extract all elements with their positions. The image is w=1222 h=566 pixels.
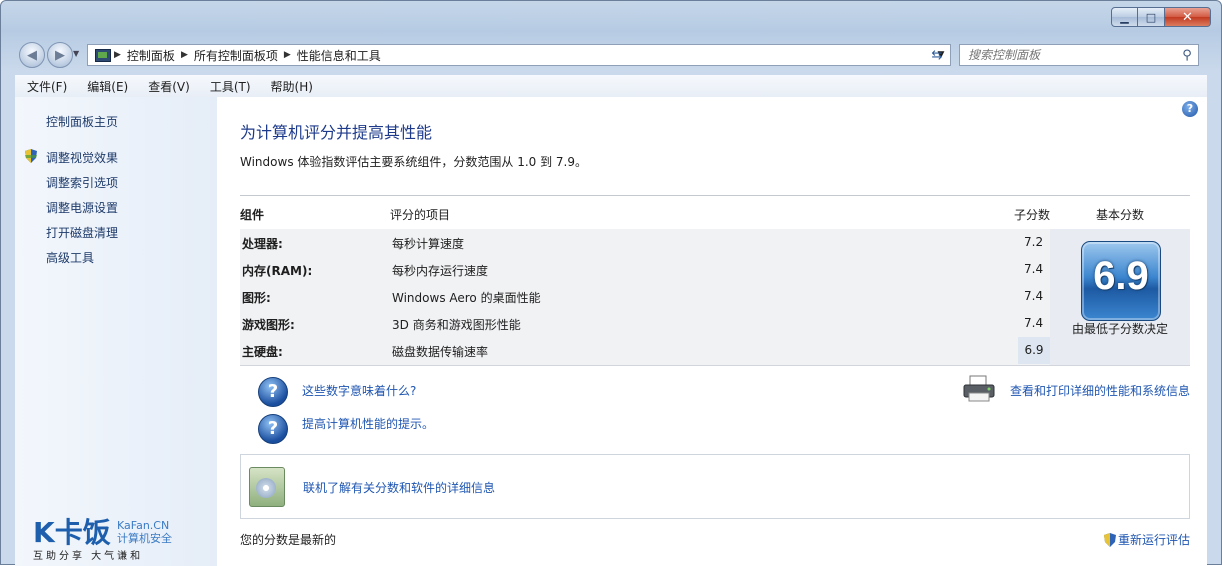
row-item: 每秒内存运行速度 bbox=[392, 264, 489, 278]
learn-more-link[interactable]: 联机了解有关分数和软件的详细信息 bbox=[303, 479, 495, 496]
close-button[interactable]: ✕ bbox=[1165, 7, 1211, 27]
performance-tips-link[interactable]: 提高计算机性能的提示。 bbox=[302, 415, 434, 432]
breadcrumb-separator-icon[interactable]: ▶ bbox=[181, 50, 188, 60]
kafan-slogan: 互助分享 大气谦和 bbox=[33, 551, 144, 562]
maximize-button[interactable]: □ bbox=[1138, 7, 1165, 27]
recent-pages-dropdown[interactable]: ▼ bbox=[73, 49, 79, 58]
print-details-link[interactable]: 查看和打印详细的性能和系统信息 bbox=[1010, 382, 1190, 399]
sidebar: 控制面板主页 调整视觉效果 调整索引选项 调整电源设置 打开磁盘清理 高级工具 … bbox=[15, 97, 217, 566]
page-description: Windows 体验指数评估主要系统组件，分数范围从 1.0 到 7.9。 bbox=[240, 155, 587, 169]
table-row: 内存(RAM): 每秒内存运行速度 7.4 bbox=[240, 256, 1050, 283]
row-item: Windows Aero 的桌面性能 bbox=[392, 291, 541, 305]
row-subscore: 7.4 bbox=[1024, 262, 1044, 276]
row-item: 每秒计算速度 bbox=[392, 237, 465, 251]
base-score-value: 6.9 bbox=[1093, 254, 1149, 298]
kafan-site-label: KaFan.CN 计算机安全 bbox=[117, 519, 172, 545]
menu-bar: 文件(F) 编辑(E) 查看(V) 工具(T) 帮助(H) bbox=[15, 75, 1207, 98]
table-row: 游戏图形: 3D 商务和游戏图形性能 7.4 bbox=[240, 310, 1050, 337]
row-subscore: 7.4 bbox=[1024, 316, 1044, 330]
main-content: ? 为计算机评分并提高其性能 Windows 体验指数评估主要系统组件，分数范围… bbox=[240, 97, 1198, 566]
base-score-badge: 6.9 bbox=[1081, 241, 1161, 321]
client-area: 控制面板主页 调整视觉效果 调整索引选项 调整电源设置 打开磁盘清理 高级工具 … bbox=[15, 97, 1207, 566]
online-info-panel: 联机了解有关分数和软件的详细信息 bbox=[240, 454, 1190, 519]
kafan-watermark: K卡饭 KaFan.CN 计算机安全 互助分享 大气谦和 bbox=[33, 517, 213, 563]
header-component: 组件 bbox=[240, 208, 265, 222]
row-subscore-lowest: 6.9 bbox=[1018, 337, 1050, 364]
window-controls: ▁ □ ✕ bbox=[1111, 7, 1211, 27]
rerun-label: 重新运行评估 bbox=[1117, 533, 1190, 547]
uac-shield-icon bbox=[25, 149, 37, 163]
breadcrumb-all-items[interactable]: 所有控制面板项 bbox=[188, 47, 284, 64]
sidebar-item-indexing[interactable]: 调整索引选项 bbox=[46, 174, 118, 191]
menu-help[interactable]: 帮助(H) bbox=[259, 78, 321, 95]
menu-file[interactable]: 文件(F) bbox=[15, 78, 75, 95]
search-box: ⚲ bbox=[959, 44, 1199, 66]
search-icon[interactable]: ⚲ bbox=[1176, 48, 1198, 63]
sidebar-home-link[interactable]: 控制面板主页 bbox=[46, 113, 118, 130]
uac-shield-icon bbox=[1103, 532, 1116, 547]
table-row: 主硬盘: 磁盘数据传输速率 6.9 bbox=[240, 337, 1050, 364]
refresh-button[interactable]: ⇆ bbox=[927, 45, 947, 65]
row-component: 图形: bbox=[242, 291, 271, 305]
table-header: 组件 评分的项目 子分数 基本分数 bbox=[240, 195, 1190, 230]
what-numbers-mean-link[interactable]: 这些数字意味着什么? bbox=[302, 382, 416, 399]
sidebar-item-advanced-tools[interactable]: 高级工具 bbox=[46, 249, 94, 266]
sidebar-item-visual-effects[interactable]: 调整视觉效果 bbox=[46, 149, 118, 166]
header-subscore: 子分数 bbox=[1014, 208, 1051, 222]
control-panel-icon bbox=[95, 48, 111, 62]
base-score-caption: 由最低子分数决定 bbox=[1071, 322, 1168, 336]
row-component: 内存(RAM): bbox=[242, 264, 313, 278]
address-bar[interactable]: ▶ 控制面板 ▶ 所有控制面板项 ▶ 性能信息和工具 ▼ bbox=[87, 44, 951, 66]
printer-icon bbox=[963, 375, 995, 402]
row-subscore: 7.2 bbox=[1024, 235, 1044, 249]
search-input[interactable] bbox=[960, 47, 1176, 63]
page-title: 为计算机评分并提高其性能 bbox=[240, 123, 433, 142]
breadcrumb-performance[interactable]: 性能信息和工具 bbox=[291, 47, 387, 64]
window-frame: ▁ □ ✕ ◀ ▶ ▼ ▶ 控制面板 ▶ 所有控制面板项 ▶ 性能信息和工具 ▼… bbox=[0, 0, 1222, 566]
breadcrumb: ▶ 控制面板 ▶ 所有控制面板项 ▶ 性能信息和工具 bbox=[88, 47, 932, 64]
menu-edit[interactable]: 编辑(E) bbox=[75, 78, 136, 95]
row-component: 处理器: bbox=[242, 237, 283, 251]
kafan-tagline: 计算机安全 bbox=[117, 532, 172, 545]
sidebar-item-power[interactable]: 调整电源设置 bbox=[46, 199, 118, 216]
question-icon: ? bbox=[258, 377, 288, 407]
kafan-logo: K卡饭 bbox=[33, 516, 111, 549]
score-status: 您的分数是最新的 bbox=[240, 533, 337, 547]
help-icon[interactable]: ? bbox=[1182, 101, 1198, 117]
header-item: 评分的项目 bbox=[390, 208, 451, 222]
menu-view[interactable]: 查看(V) bbox=[136, 78, 198, 95]
breadcrumb-separator-icon[interactable]: ▶ bbox=[284, 50, 291, 60]
sidebar-item-disk-cleanup[interactable]: 打开磁盘清理 bbox=[46, 224, 118, 241]
kafan-site: KaFan.CN bbox=[117, 519, 170, 532]
refresh-icon: ⇆ bbox=[931, 47, 943, 63]
row-component: 游戏图形: bbox=[242, 318, 295, 332]
back-button[interactable]: ◀ bbox=[19, 42, 45, 68]
rerun-assessment-link[interactable]: 重新运行评估 bbox=[1103, 531, 1190, 548]
software-box-icon bbox=[249, 467, 285, 507]
breadcrumb-separator-icon[interactable]: ▶ bbox=[114, 50, 121, 60]
base-score-panel: 6.9 由最低子分数决定 bbox=[1050, 229, 1190, 365]
row-component: 主硬盘: bbox=[242, 345, 283, 359]
navigation-bar: ◀ ▶ ▼ ▶ 控制面板 ▶ 所有控制面板项 ▶ 性能信息和工具 ▼ ⇆ ⚲ bbox=[1, 39, 1221, 69]
table-row: 处理器: 每秒计算速度 7.2 bbox=[240, 229, 1050, 256]
question-icon: ? bbox=[258, 414, 288, 444]
forward-arrow-icon: ▶ bbox=[55, 47, 65, 63]
row-subscore: 7.4 bbox=[1024, 289, 1044, 303]
row-item: 磁盘数据传输速率 bbox=[392, 345, 489, 359]
table-row: 图形: Windows Aero 的桌面性能 7.4 bbox=[240, 283, 1050, 310]
title-bar: ▁ □ ✕ bbox=[1, 1, 1221, 33]
row-item: 3D 商务和游戏图形性能 bbox=[392, 318, 521, 332]
header-base-score: 基本分数 bbox=[1096, 208, 1145, 222]
back-arrow-icon: ◀ bbox=[27, 47, 37, 63]
breadcrumb-control-panel[interactable]: 控制面板 bbox=[121, 47, 181, 64]
table-body: 处理器: 每秒计算速度 7.2 内存(RAM): 每秒内存运行速度 7.4 图形… bbox=[240, 229, 1190, 366]
menu-tools[interactable]: 工具(T) bbox=[198, 78, 259, 95]
minimize-button[interactable]: ▁ bbox=[1111, 7, 1138, 27]
forward-button[interactable]: ▶ bbox=[47, 42, 73, 68]
